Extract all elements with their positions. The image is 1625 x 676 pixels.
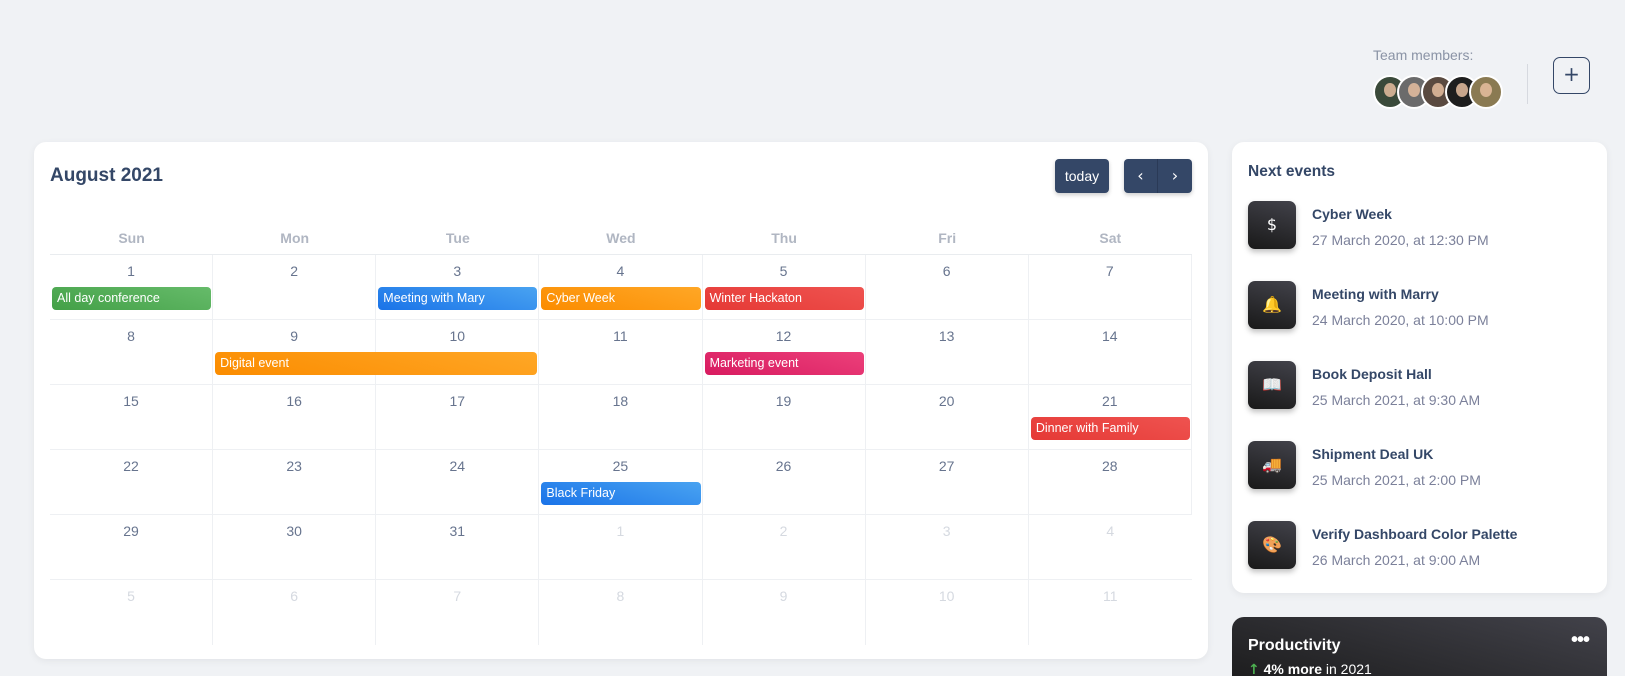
- calendar-event[interactable]: Dinner with Family: [1030, 417, 1190, 440]
- week-row: 22 23 24 25 26 27 28 Black Friday: [50, 450, 1192, 515]
- calendar-card: August 2021 today ‹ › Sun Mon Tue Wed Thu Fri…: [34, 142, 1208, 659]
- next-event-item[interactable]: $ Cyber Week 27 March 2020, at 12:30 PM: [1248, 201, 1593, 249]
- weekday-wed: Wed: [606, 230, 636, 246]
- team-avatars: [1373, 75, 1503, 109]
- team-members-label: Team members:: [1373, 47, 1474, 63]
- weekday-fri: Fri: [938, 230, 957, 246]
- day-cell[interactable]: 4: [1029, 515, 1192, 579]
- day-cell[interactable]: 6: [213, 580, 377, 645]
- calendar-event[interactable]: Winter Hackaton: [704, 287, 864, 310]
- palette-icon: 🎨: [1248, 521, 1296, 569]
- day-cell[interactable]: 24: [376, 450, 540, 514]
- next-event-date: 27 March 2020, at 12:30 PM: [1312, 232, 1489, 248]
- day-cell[interactable]: 6: [866, 255, 1029, 319]
- next-events-card: Next events $ Cyber Week 27 March 2020, at…: [1232, 142, 1607, 593]
- day-cell[interactable]: 9: [703, 580, 866, 645]
- week-row: 1 2 3 4 5 6 7 All day conference Meeting with Ma…: [50, 255, 1192, 320]
- weekday-sun: Sun: [118, 230, 145, 246]
- week-row: 29 30 31 1 2 3 4: [50, 515, 1192, 580]
- dollar-icon: $: [1248, 201, 1296, 249]
- day-cell[interactable]: 16: [213, 385, 377, 449]
- productivity-subtitle: ↑ 4% more in 2021: [1248, 661, 1372, 676]
- next-event-name: Book Deposit Hall: [1312, 366, 1432, 382]
- day-cell[interactable]: 29: [50, 515, 214, 579]
- week-row: 8 9 10 11 12 13 14 Digital event Marketing event: [50, 320, 1192, 385]
- day-cell[interactable]: 1: [539, 515, 703, 579]
- day-cell[interactable]: 2: [213, 255, 377, 319]
- next-event-name: Meeting with Marry: [1312, 286, 1439, 302]
- next-event-item[interactable]: 📖 Book Deposit Hall 25 March 2021, at 9:30…: [1248, 361, 1593, 409]
- day-cell[interactable]: 11: [1029, 580, 1192, 645]
- weekday-tue: Tue: [445, 230, 470, 246]
- today-button[interactable]: today: [1055, 159, 1109, 193]
- calendar-grid: Sun Mon Tue Wed Thu Fri Sat 1 2 3 4 5 6 7 All day con…: [50, 230, 1192, 645]
- day-cell[interactable]: 22: [50, 450, 214, 514]
- book-icon: 📖: [1248, 361, 1296, 409]
- day-cell[interactable]: 7: [1029, 255, 1192, 319]
- day-cell[interactable]: 20: [866, 385, 1029, 449]
- day-cell[interactable]: 2: [703, 515, 866, 579]
- next-event-name: Cyber Week: [1312, 206, 1392, 222]
- day-cell[interactable]: 17: [376, 385, 540, 449]
- next-event-date: 25 March 2021, at 9:30 AM: [1312, 392, 1481, 408]
- day-cell[interactable]: 10: [866, 580, 1029, 645]
- next-event-date: 24 March 2020, at 10:00 PM: [1312, 312, 1489, 328]
- week-row: 15 16 17 18 19 20 21 Dinner with Family: [50, 385, 1192, 450]
- day-cell[interactable]: 15: [50, 385, 214, 449]
- next-month-button[interactable]: ›: [1158, 159, 1192, 193]
- day-cell[interactable]: 30: [213, 515, 377, 579]
- day-cell[interactable]: 8: [539, 580, 703, 645]
- day-cell[interactable]: 7: [376, 580, 540, 645]
- productivity-card: Productivity ••• ↑ 4% more in 2021: [1232, 617, 1607, 676]
- day-cell[interactable]: 27: [866, 450, 1029, 514]
- day-cell[interactable]: 28: [1029, 450, 1192, 514]
- calendar-event[interactable]: Marketing event: [704, 352, 864, 375]
- avatar-5[interactable]: [1469, 75, 1503, 109]
- calendar-event[interactable]: All day conference: [52, 287, 212, 310]
- day-cell[interactable]: 18: [539, 385, 703, 449]
- productivity-highlight: 4% more: [1263, 661, 1322, 676]
- calendar-event[interactable]: Digital event: [215, 352, 538, 375]
- weekday-thu: Thu: [771, 230, 797, 246]
- day-cell[interactable]: 19: [703, 385, 866, 449]
- next-event-date: 25 March 2021, at 2:00 PM: [1312, 472, 1481, 488]
- arrow-up-icon: ↑: [1248, 662, 1260, 676]
- next-event-date: 26 March 2021, at 9:00 AM: [1312, 552, 1481, 568]
- day-cell[interactable]: 5: [50, 580, 214, 645]
- day-cell[interactable]: 26: [703, 450, 866, 514]
- calendar-event[interactable]: Meeting with Mary: [378, 287, 538, 310]
- day-cell[interactable]: 31: [376, 515, 540, 579]
- weekday-sat: Sat: [1099, 230, 1122, 246]
- next-event-item[interactable]: 🔔 Meeting with Marry 24 March 2020, at 10:…: [1248, 281, 1593, 329]
- day-cell[interactable]: 11: [539, 320, 703, 384]
- calendar-title: August 2021: [50, 165, 163, 186]
- productivity-title: Productivity: [1248, 637, 1341, 654]
- next-event-name: Shipment Deal UK: [1312, 446, 1434, 462]
- calendar-event[interactable]: Black Friday: [541, 482, 701, 505]
- more-options-icon[interactable]: •••: [1571, 629, 1590, 652]
- add-member-button[interactable]: +: [1553, 57, 1590, 94]
- next-event-item[interactable]: 🚚 Shipment Deal UK 25 March 2021, at 2:00 …: [1248, 441, 1593, 489]
- next-event-name: Verify Dashboard Color Palette: [1312, 526, 1518, 542]
- productivity-suffix: in 2021: [1321, 661, 1372, 676]
- weekday-header: Sun Mon Tue Wed Thu Fri Sat: [50, 230, 1192, 255]
- day-cell[interactable]: 8: [50, 320, 214, 384]
- next-events-title: Next events: [1248, 163, 1336, 180]
- day-cell[interactable]: 13: [866, 320, 1029, 384]
- weekday-mon: Mon: [280, 230, 310, 246]
- bell-icon: 🔔: [1248, 281, 1296, 329]
- calendar-nav: ‹ ›: [1124, 159, 1192, 193]
- prev-month-button[interactable]: ‹: [1124, 159, 1158, 193]
- next-event-item[interactable]: 🎨 Verify Dashboard Color Palette 26 March …: [1248, 521, 1593, 569]
- day-cell[interactable]: 3: [866, 515, 1029, 579]
- day-cell[interactable]: 23: [213, 450, 377, 514]
- truck-icon: 🚚: [1248, 441, 1296, 489]
- week-row: 5 6 7 8 9 10 11: [50, 580, 1192, 645]
- calendar-event[interactable]: Cyber Week: [541, 287, 701, 310]
- day-cell[interactable]: 14: [1029, 320, 1192, 384]
- header-divider: [1527, 64, 1528, 104]
